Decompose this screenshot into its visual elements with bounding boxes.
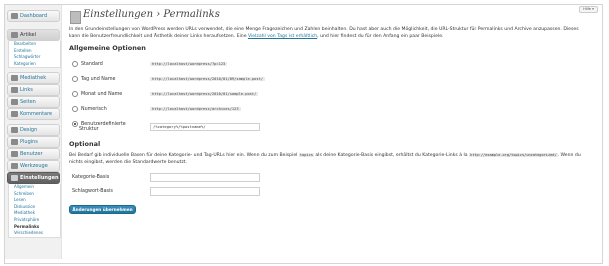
menu-links-label: Links — [20, 87, 33, 93]
save-changes-button[interactable]: Änderungen übernehmen — [69, 205, 136, 214]
artikel-submenu: Bearbeiten Erstellen Schlagwörter Katego… — [8, 41, 61, 69]
submenu-item-verschiedenes[interactable]: Verschiedenes — [9, 230, 60, 237]
submenu-item-mediathek[interactable]: Mediathek — [9, 210, 60, 217]
menu-dashboard[interactable]: Dashboard — [7, 10, 60, 22]
appearance-icon — [11, 127, 18, 133]
menu-design[interactable]: Design — [7, 124, 60, 136]
submenu-item-schreiben[interactable]: Schreiben — [9, 191, 60, 198]
help-button[interactable]: Hilfe ▾ — [579, 6, 598, 13]
common-settings-heading: Allgemeine Optionen — [69, 44, 146, 52]
menu-einstellungen[interactable]: Einstellungen — [7, 172, 60, 184]
posts-icon — [11, 32, 18, 38]
optional-heading: Optional — [69, 140, 101, 148]
option-benutzerdefiniert-label-line-2: Struktur — [79, 127, 99, 132]
admin-sidebar: Dashboard Artikel Bearbeiten Erstellen S… — [5, 5, 62, 259]
menu-plugins-label: Plugins — [20, 139, 38, 145]
submenu-item-lesen[interactable]: Lesen — [9, 197, 60, 204]
intro-text-part-2: , und hier findest du für den Anfang ein… — [317, 33, 444, 39]
example-monat-und-name: http://localhost/wordpress/2010/01/sampl… — [150, 92, 259, 96]
option-standard-label: Standard — [81, 61, 103, 67]
pages-icon — [11, 99, 18, 105]
optional-description: Bei Bedarf gib individuelle Basen für de… — [69, 152, 593, 166]
radio-tag-und-name[interactable] — [72, 76, 78, 82]
intro-text: In den Grundeinstellungen von WordPress … — [69, 27, 591, 40]
category-base-label: Kategorie-Basis — [72, 175, 110, 180]
plugins-icon — [11, 139, 18, 145]
radio-benutzerdefiniert[interactable] — [72, 121, 78, 127]
option-tag-und-name[interactable]: Tag und Name — [72, 76, 115, 82]
option-numerisch-label: Numerisch — [81, 106, 107, 112]
settings-icon — [11, 175, 18, 181]
screen: Dashboard Artikel Bearbeiten Erstellen S… — [0, 0, 609, 266]
submenu-item-bearbeiten[interactable]: Bearbeiten — [9, 41, 60, 48]
tag-base-label: Schlagwort-Basis — [72, 189, 113, 194]
optional-desc-part-2: als deine Kategorie-Basis eingibst, erhä… — [313, 153, 470, 158]
users-icon — [11, 151, 18, 157]
submenu-item-diskussion[interactable]: Diskussion — [9, 204, 60, 211]
custom-structure-input[interactable]: /%category%/%postname%/ — [150, 123, 260, 131]
menu-seiten[interactable]: Seiten — [7, 96, 60, 108]
option-monat-und-name-label: Monat und Name — [81, 91, 123, 97]
example-numerisch: http://localhost/wordpress/archives/123 — [150, 107, 241, 111]
links-icon — [11, 87, 18, 93]
browser-frame — [4, 4, 603, 264]
submenu-item-permalinks[interactable]: Permalinks — [9, 224, 60, 231]
menu-mediathek[interactable]: Mediathek — [7, 72, 60, 84]
optional-desc-code-url: http://example.org/topics/uncategorized/ — [469, 153, 558, 157]
category-base-input[interactable] — [150, 173, 260, 182]
option-numerisch[interactable]: Numerisch — [72, 106, 107, 112]
optional-desc-code-topics: topics — [298, 153, 314, 157]
page-title: Einstellungen › Permalinks — [83, 9, 220, 20]
menu-plugins[interactable]: Plugins — [7, 136, 60, 148]
menu-seiten-label: Seiten — [20, 99, 36, 105]
menu-einstellungen-label: Einstellungen — [20, 175, 59, 181]
menu-kommentare-label: Kommentare — [20, 111, 53, 117]
option-standard[interactable]: Standard — [72, 61, 103, 67]
submenu-item-erstellen[interactable]: Erstellen — [9, 48, 60, 55]
menu-artikel[interactable]: Artikel — [7, 29, 60, 41]
option-benutzerdefiniert-label: Benutzerdefinierte — [81, 121, 126, 127]
comments-icon — [11, 111, 18, 117]
submenu-item-kategorien[interactable]: Kategorien — [9, 61, 60, 68]
submenu-item-privatsphaere[interactable]: Privatsphäre — [9, 217, 60, 224]
menu-werkzeuge[interactable]: Werkzeuge — [7, 160, 60, 172]
radio-monat-und-name[interactable] — [72, 91, 78, 97]
example-standard: http://localhost/wordpress/?p=123 — [150, 62, 228, 66]
tags-help-link[interactable]: Vielzahl von Tags ist erhältlich — [248, 34, 317, 39]
submenu-item-schlagwoerter[interactable]: Schlagwörter — [9, 54, 60, 61]
settings-page-icon — [70, 11, 81, 24]
option-tag-und-name-label: Tag und Name — [81, 76, 116, 82]
menu-design-label: Design — [20, 127, 38, 133]
menu-benutzer[interactable]: Benutzer — [7, 148, 60, 160]
tag-base-input[interactable] — [150, 187, 260, 196]
tools-icon — [11, 163, 18, 169]
submenu-item-allgemein[interactable]: Allgemein — [9, 184, 60, 191]
einstellungen-submenu: Allgemein Schreiben Lesen Diskussion Med… — [8, 184, 61, 238]
menu-mediathek-label: Mediathek — [20, 75, 47, 81]
optional-desc-part-1: Bei Bedarf gib individuelle Basen für de… — [69, 153, 299, 158]
option-monat-und-name[interactable]: Monat und Name — [72, 91, 122, 97]
menu-dashboard-label: Dashboard — [20, 13, 48, 19]
example-tag-und-name: http://localhost/wordpress/2010/01/09/sa… — [150, 77, 266, 81]
menu-kommentare[interactable]: Kommentare — [7, 108, 60, 120]
menu-benutzer-label: Benutzer — [20, 151, 43, 157]
menu-artikel-label: Artikel — [20, 32, 37, 38]
radio-numerisch[interactable] — [72, 106, 78, 112]
radio-standard[interactable] — [72, 61, 78, 67]
menu-links[interactable]: Links — [7, 84, 60, 96]
menu-werkzeuge-label: Werkzeuge — [20, 163, 48, 169]
dashboard-icon — [11, 13, 18, 19]
media-icon — [11, 75, 18, 81]
